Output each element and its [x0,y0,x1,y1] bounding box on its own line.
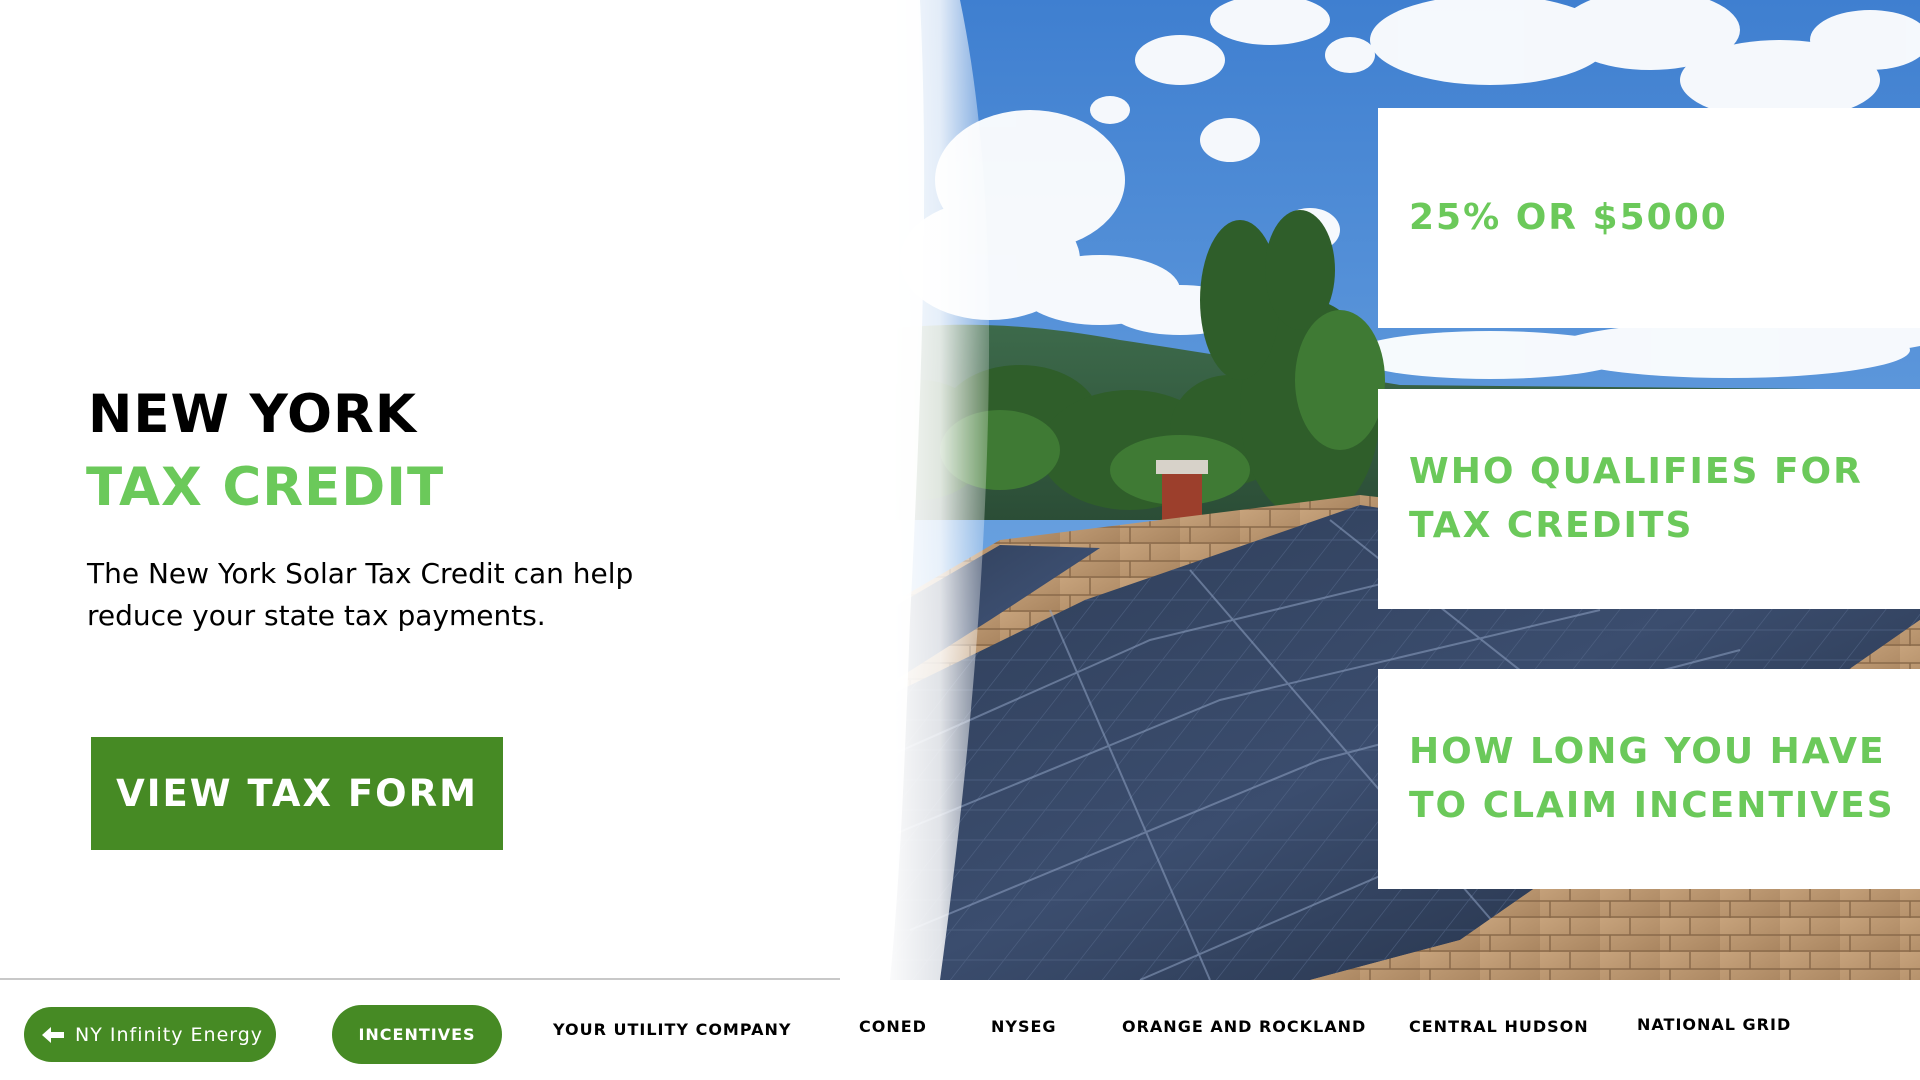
nav-link-central-hudson[interactable]: CENTRAL HUDSON [1409,1017,1589,1036]
info-card-label: WHO QUALIFIES FOR TAX CREDITS [1409,451,1863,546]
info-card-amount[interactable]: 25% OR $5000 [1378,108,1920,328]
nav-link-nyseg[interactable]: NYSEG [991,1017,1057,1036]
info-card-who-qualifies[interactable]: WHO QUALIFIES FOR TAX CREDITS [1378,389,1920,609]
nav-link-orange-and-rockland[interactable]: ORANGE AND ROCKLAND [1122,1017,1366,1036]
nav-divider [0,978,840,980]
info-card-claim-deadline[interactable]: HOW LONG YOU HAVE TO CLAIM INCENTIVES [1378,669,1920,889]
nav-tab-incentives[interactable]: INCENTIVES [332,1005,502,1064]
hero-description: The New York Solar Tax Credit can help r… [87,557,634,632]
page-title: NEW YORK [88,384,417,445]
arrow-left-icon [42,1026,64,1043]
home-back-button[interactable]: NY Infinity Energy [24,1007,276,1062]
info-card-label: 25% OR $5000 [1409,197,1728,238]
nav-link-coned[interactable]: CONED [859,1017,927,1036]
nav-link-national-grid[interactable]: NATIONAL GRID [1637,1015,1791,1034]
page-subtitle: TAX CREDIT [86,457,445,518]
info-card-label: HOW LONG YOU HAVE TO CLAIM INCENTIVES [1409,731,1895,826]
slide-page: NEW YORK TAX CREDIT The New York Solar T… [0,0,1920,1080]
nav-link-your-utility-company[interactable]: YOUR UTILITY COMPANY [553,1020,791,1039]
view-tax-form-button[interactable]: VIEW TAX FORM [91,737,503,850]
home-back-label: NY Infinity Energy [75,1023,264,1046]
